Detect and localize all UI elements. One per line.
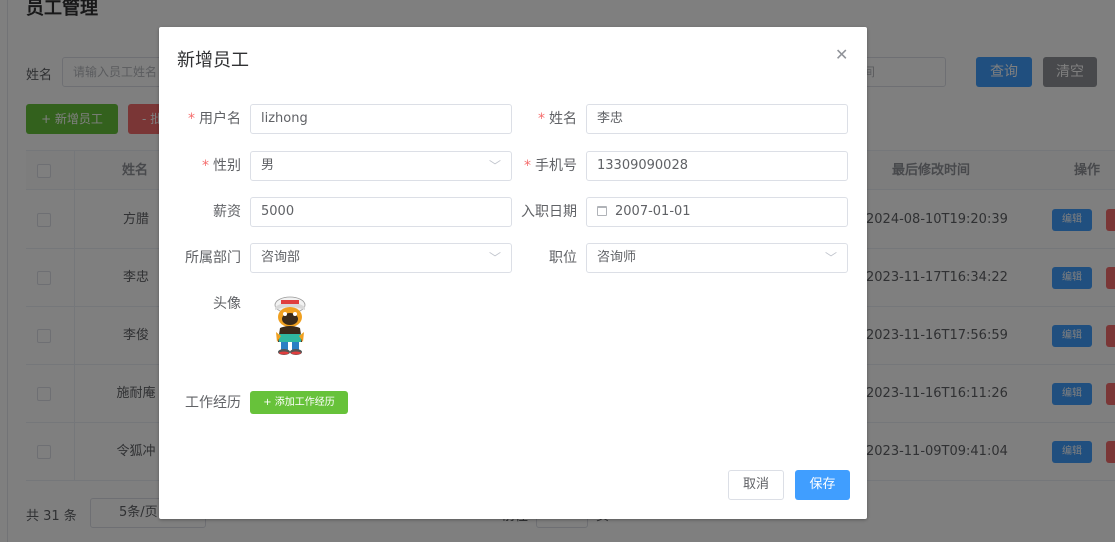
required-mark: * bbox=[202, 158, 209, 174]
gender-select[interactable]: 男 ﹀ bbox=[250, 151, 512, 181]
chevron-down-icon: ﹀ bbox=[488, 251, 501, 265]
name-input[interactable]: 李忠 bbox=[586, 104, 848, 134]
position-select[interactable]: 咨询师 ﹀ bbox=[586, 243, 848, 273]
avatar-label: 头像 bbox=[213, 296, 241, 312]
position-value: 咨询师 bbox=[597, 250, 637, 265]
position-label: 职位 bbox=[549, 250, 577, 266]
cancel-button[interactable]: 取消 bbox=[728, 470, 784, 500]
name-label: * 姓名 bbox=[538, 111, 577, 127]
calendar-icon bbox=[597, 206, 607, 216]
close-icon[interactable]: ✕ bbox=[835, 45, 848, 65]
work-experience-label: 工作经历 bbox=[185, 395, 241, 411]
dialog-title: 新增员工 bbox=[177, 50, 249, 71]
save-button[interactable]: 保存 bbox=[795, 470, 850, 500]
username-input[interactable]: lizhong bbox=[250, 104, 512, 134]
chevron-down-icon: ﹀ bbox=[824, 251, 837, 265]
username-label: * 用户名 bbox=[188, 111, 241, 127]
entry-date-label: 入职日期 bbox=[521, 204, 577, 220]
phone-input[interactable]: 13309090028 bbox=[586, 151, 848, 181]
gender-label: * 性别 bbox=[202, 158, 241, 174]
salary-input[interactable]: 5000 bbox=[250, 197, 512, 227]
entry-date-value: 2007-01-01 bbox=[615, 204, 691, 219]
phone-label: * 手机号 bbox=[524, 158, 577, 174]
salary-label: 薪资 bbox=[213, 204, 241, 220]
chevron-down-icon: ﹀ bbox=[488, 159, 501, 173]
entry-date-picker[interactable]: 2007-01-01 bbox=[586, 197, 848, 227]
required-mark: * bbox=[538, 111, 545, 127]
required-mark: * bbox=[524, 158, 531, 174]
gender-value: 男 bbox=[261, 158, 275, 173]
add-employee-dialog: 新增员工 ✕ * 用户名 lizhong * 姓名 李忠 * 性别 男 ﹀ * 手机号 … bbox=[159, 27, 867, 519]
avatar-image[interactable] bbox=[262, 292, 318, 358]
department-value: 咨询部 bbox=[261, 250, 301, 265]
add-work-experience-button[interactable]: + 添加工作经历 bbox=[250, 391, 348, 414]
department-label: 所属部门 bbox=[185, 250, 241, 266]
required-mark: * bbox=[188, 111, 195, 127]
department-select[interactable]: 咨询部 ﹀ bbox=[250, 243, 512, 273]
